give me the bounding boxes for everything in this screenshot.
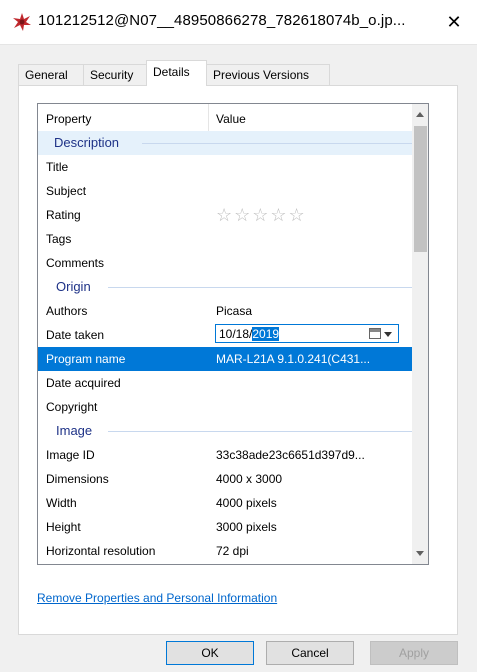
property-name: Date taken — [46, 328, 105, 342]
photo-file-icon — [13, 13, 31, 31]
property-value: MAR-L21A 9.1.0.241(C431... — [216, 352, 371, 366]
tab-details[interactable]: Details — [146, 60, 207, 86]
calendar-icon[interactable] — [369, 328, 381, 339]
property-value: 3000 pixels — [216, 520, 277, 534]
group-divider — [108, 431, 412, 432]
property-name: Authors — [46, 304, 88, 318]
group-divider — [142, 143, 412, 144]
group-origin[interactable]: Origin — [38, 275, 412, 299]
vertical-scrollbar[interactable] — [412, 104, 428, 564]
property-row-date-taken[interactable]: Date taken 10/18/2019 — [38, 323, 412, 347]
property-value: 33c38ade23c6651d397d9... — [216, 448, 365, 462]
apply-button[interactable]: Apply — [370, 641, 458, 665]
property-row-width[interactable]: Width 4000 pixels — [38, 491, 412, 515]
property-row-date-acquired[interactable]: Date acquired — [38, 371, 412, 395]
property-row-height[interactable]: Height 3000 pixels — [38, 515, 412, 539]
list-rows: Description Title Subject Rating ☆☆☆☆☆ T… — [38, 131, 412, 563]
property-row-rating[interactable]: Rating ☆☆☆☆☆ — [38, 203, 412, 227]
property-row-copyright[interactable]: Copyright — [38, 395, 412, 419]
property-name: Dimensions — [46, 472, 109, 486]
date-year-selected: 2019 — [252, 327, 280, 341]
column-header-property[interactable]: Property — [46, 112, 91, 126]
date-text[interactable]: 10/18/2019 — [219, 327, 280, 341]
property-value: 4000 pixels — [216, 496, 277, 510]
date-taken-picker[interactable]: 10/18/2019 — [215, 324, 399, 343]
property-name: Program name — [46, 352, 126, 366]
rating-stars[interactable]: ☆☆☆☆☆ — [216, 205, 307, 226]
property-name: Subject — [46, 184, 87, 198]
list-header: Property Value — [38, 104, 428, 131]
title-bar: 101212512@N07__48950866278_782618074b_o.… — [0, 0, 477, 45]
group-title: Origin — [56, 279, 91, 294]
properties-list[interactable]: Property Value Description Title Subject… — [37, 103, 429, 565]
property-row-authors[interactable]: Authors Picasa — [38, 299, 412, 323]
property-name: Horizontal resolution — [46, 544, 156, 558]
tab-general[interactable]: General — [18, 64, 84, 85]
property-name: Rating — [46, 208, 81, 222]
tab-security[interactable]: Security — [83, 64, 147, 85]
close-icon: ✕ — [446, 12, 462, 32]
property-row-tags[interactable]: Tags — [38, 227, 412, 251]
remove-properties-link[interactable]: Remove Properties and Personal Informati… — [37, 591, 277, 605]
column-header-value[interactable]: Value — [216, 112, 246, 126]
property-row-image-id[interactable]: Image ID 33c38ade23c6651d397d9... — [38, 443, 412, 467]
property-name: Title — [46, 160, 69, 174]
property-name: Tags — [46, 232, 72, 246]
property-row-title[interactable]: Title — [38, 155, 412, 179]
property-name: Comments — [46, 256, 105, 270]
scrollbar-thumb[interactable] — [414, 126, 427, 252]
property-row-horizontal-resolution[interactable]: Horizontal resolution 72 dpi — [38, 539, 412, 563]
property-name: Copyright — [46, 400, 98, 414]
column-separator[interactable] — [208, 104, 209, 131]
group-divider — [108, 287, 412, 288]
property-row-subject[interactable]: Subject — [38, 179, 412, 203]
group-image[interactable]: Image — [38, 419, 412, 443]
scroll-down-icon[interactable] — [416, 551, 424, 556]
property-row-comments[interactable]: Comments — [38, 251, 412, 275]
cancel-button[interactable]: Cancel — [266, 641, 354, 665]
group-description[interactable]: Description — [38, 131, 412, 155]
ok-button[interactable]: OK — [166, 641, 254, 665]
details-panel: Property Value Description Title Subject… — [18, 85, 458, 635]
property-value: Picasa — [216, 304, 253, 318]
property-name: Image ID — [46, 448, 95, 462]
chevron-down-icon[interactable] — [384, 332, 392, 337]
property-name: Date acquired — [46, 376, 121, 390]
tab-previous-versions[interactable]: Previous Versions — [206, 64, 330, 85]
group-title: Description — [54, 135, 120, 150]
close-button[interactable]: ✕ — [431, 0, 477, 44]
group-title: Image — [56, 423, 93, 438]
window-title: 101212512@N07__48950866278_782618074b_o.… — [38, 12, 406, 29]
date-prefix: 10/18/ — [219, 327, 253, 341]
property-name: Width — [46, 496, 77, 510]
property-row-program-name[interactable]: Program name MAR-L21A 9.1.0.241(C431... — [38, 347, 412, 371]
property-value: 4000 x 3000 — [216, 472, 283, 486]
scroll-up-icon[interactable] — [416, 112, 424, 117]
property-name: Height — [46, 520, 81, 534]
property-row-dimensions[interactable]: Dimensions 4000 x 3000 — [38, 467, 412, 491]
property-value: 72 dpi — [216, 544, 249, 558]
